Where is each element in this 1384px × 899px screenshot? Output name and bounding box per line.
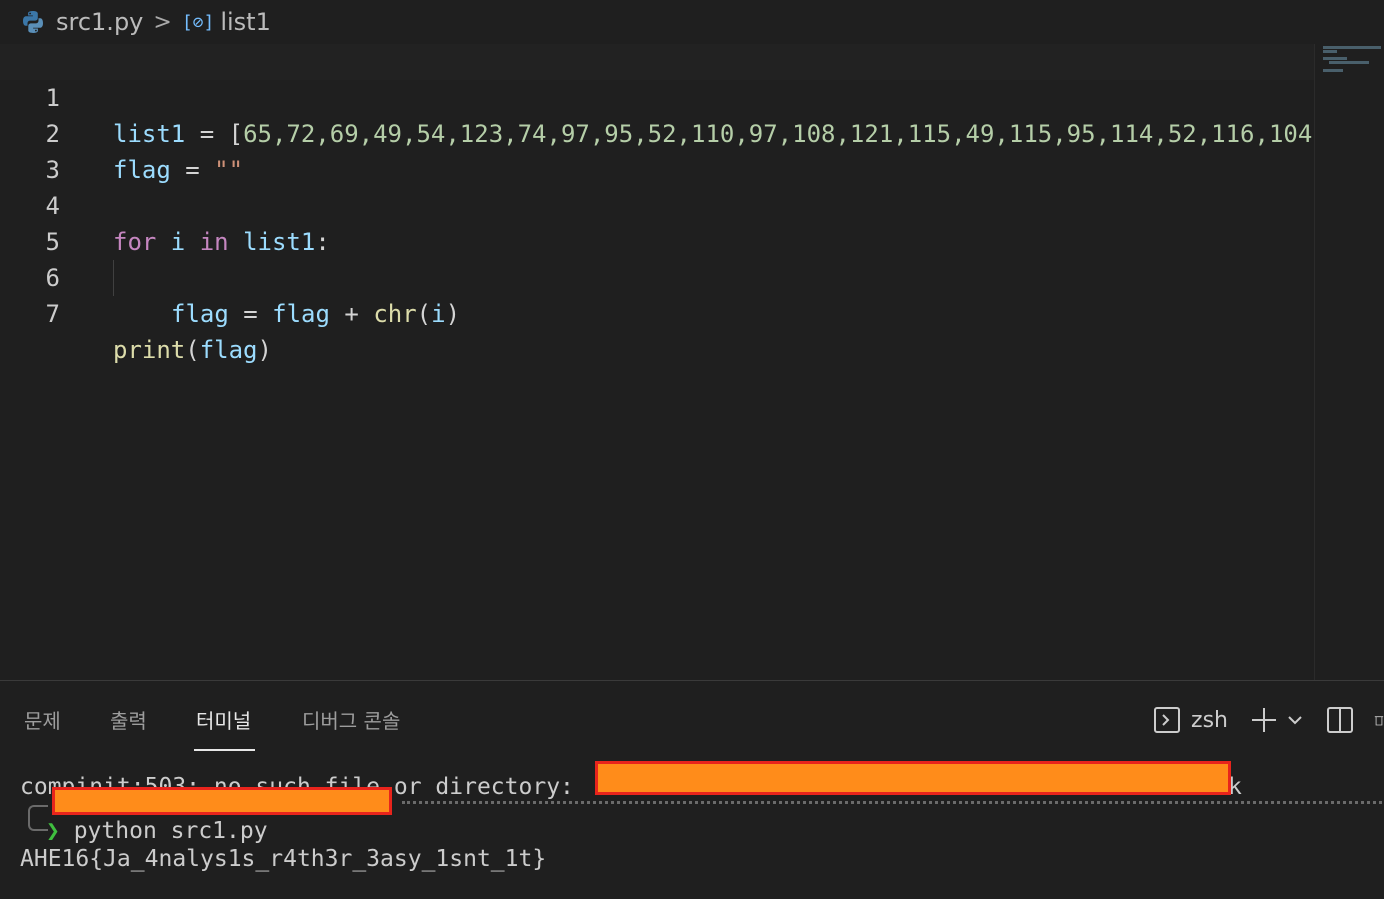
paren: ) [445, 300, 461, 328]
tab-terminal[interactable]: 터미널 [193, 705, 256, 751]
prompt-filler-dots [402, 801, 1382, 804]
terminal-actions: zsh [1139, 703, 1384, 737]
minimap-line [1329, 61, 1369, 64]
paren: ( [416, 300, 432, 328]
breadcrumb: src1.py > [⊘] list1 [0, 0, 1384, 44]
function-chr: chr [373, 300, 417, 328]
tab-problems[interactable]: 문제 [24, 705, 61, 749]
tab-output[interactable]: 출력 [110, 705, 147, 749]
identifier-flag: flag [272, 300, 330, 328]
terminal-dropdown-button[interactable] [1286, 711, 1304, 729]
code-line[interactable]: 7 print(flag) [0, 260, 1314, 364]
trash-icon [1374, 716, 1384, 726]
terminal-icon [1154, 707, 1181, 733]
breadcrumb-separator: > [153, 9, 172, 35]
split-icon [1327, 707, 1353, 733]
paren: ( [185, 336, 200, 364]
breadcrumb-symbol[interactable]: list1 [220, 8, 271, 36]
minimap-line [1323, 50, 1337, 53]
code-line[interactable]: 6 [0, 224, 1314, 292]
bottom-panel: 문제 출력 터미널 디버그 콘솔 zsh or directory: k ❯ p… [0, 680, 1384, 899]
operator: + [329, 300, 374, 328]
code-line[interactable]: 1 list1 = [65,72,69,49,54,123,74,97,95,5… [0, 44, 1314, 148]
shell-name: zsh [1191, 707, 1228, 733]
function-print: print [113, 336, 186, 364]
new-terminal-button[interactable] [1250, 706, 1278, 734]
redaction-box [595, 761, 1231, 795]
chevron-down-icon [1288, 716, 1302, 725]
tab-debug-console[interactable]: 디버그 콘솔 [302, 705, 400, 749]
terminal-output[interactable]: compinit:503: no such file or directory:… [20, 761, 1384, 899]
split-terminal-button[interactable] [1326, 706, 1354, 734]
operator: = [228, 300, 273, 328]
terminal-selector[interactable]: zsh [1153, 706, 1228, 734]
redaction-box [52, 787, 392, 815]
minimap-line [1323, 46, 1381, 49]
terminal-flag-output: AHE16{Ja_4nalys1s_r4th3r_3asy_1snt_1t} [20, 846, 547, 872]
prompt-corner [28, 805, 48, 831]
paren: ) [257, 336, 272, 364]
line-number: 7 [45, 300, 60, 328]
code-editor[interactable]: 1 list1 = [65,72,69,49,54,123,74,97,95,5… [0, 44, 1314, 680]
identifier-i: i [431, 300, 446, 328]
variable-icon: [⊘] [181, 11, 215, 33]
code-line[interactable]: 5 flag = flag + chr(i) [0, 188, 1314, 328]
identifier-flag: flag [171, 300, 229, 328]
code-line[interactable]: 2 flag = "" [0, 80, 1314, 184]
identifier-flag: flag [199, 336, 258, 364]
kill-terminal-button[interactable] [1374, 706, 1384, 734]
prompt-chevron: ❯ [46, 818, 60, 844]
terminal-command: python src1.py [59, 818, 268, 844]
minimap-line [1323, 69, 1343, 72]
breadcrumb-file[interactable]: src1.py [56, 8, 143, 36]
code-line[interactable]: 4 for i in list1: [0, 152, 1314, 256]
panel-tabs: 문제 출력 터미널 디버그 콘솔 zsh [0, 681, 1384, 753]
python-icon [23, 11, 43, 33]
minimap-line [1323, 57, 1347, 60]
minimap[interactable] [1314, 44, 1384, 680]
add-icon [1252, 708, 1276, 732]
code-line[interactable]: 3 [0, 116, 1314, 184]
